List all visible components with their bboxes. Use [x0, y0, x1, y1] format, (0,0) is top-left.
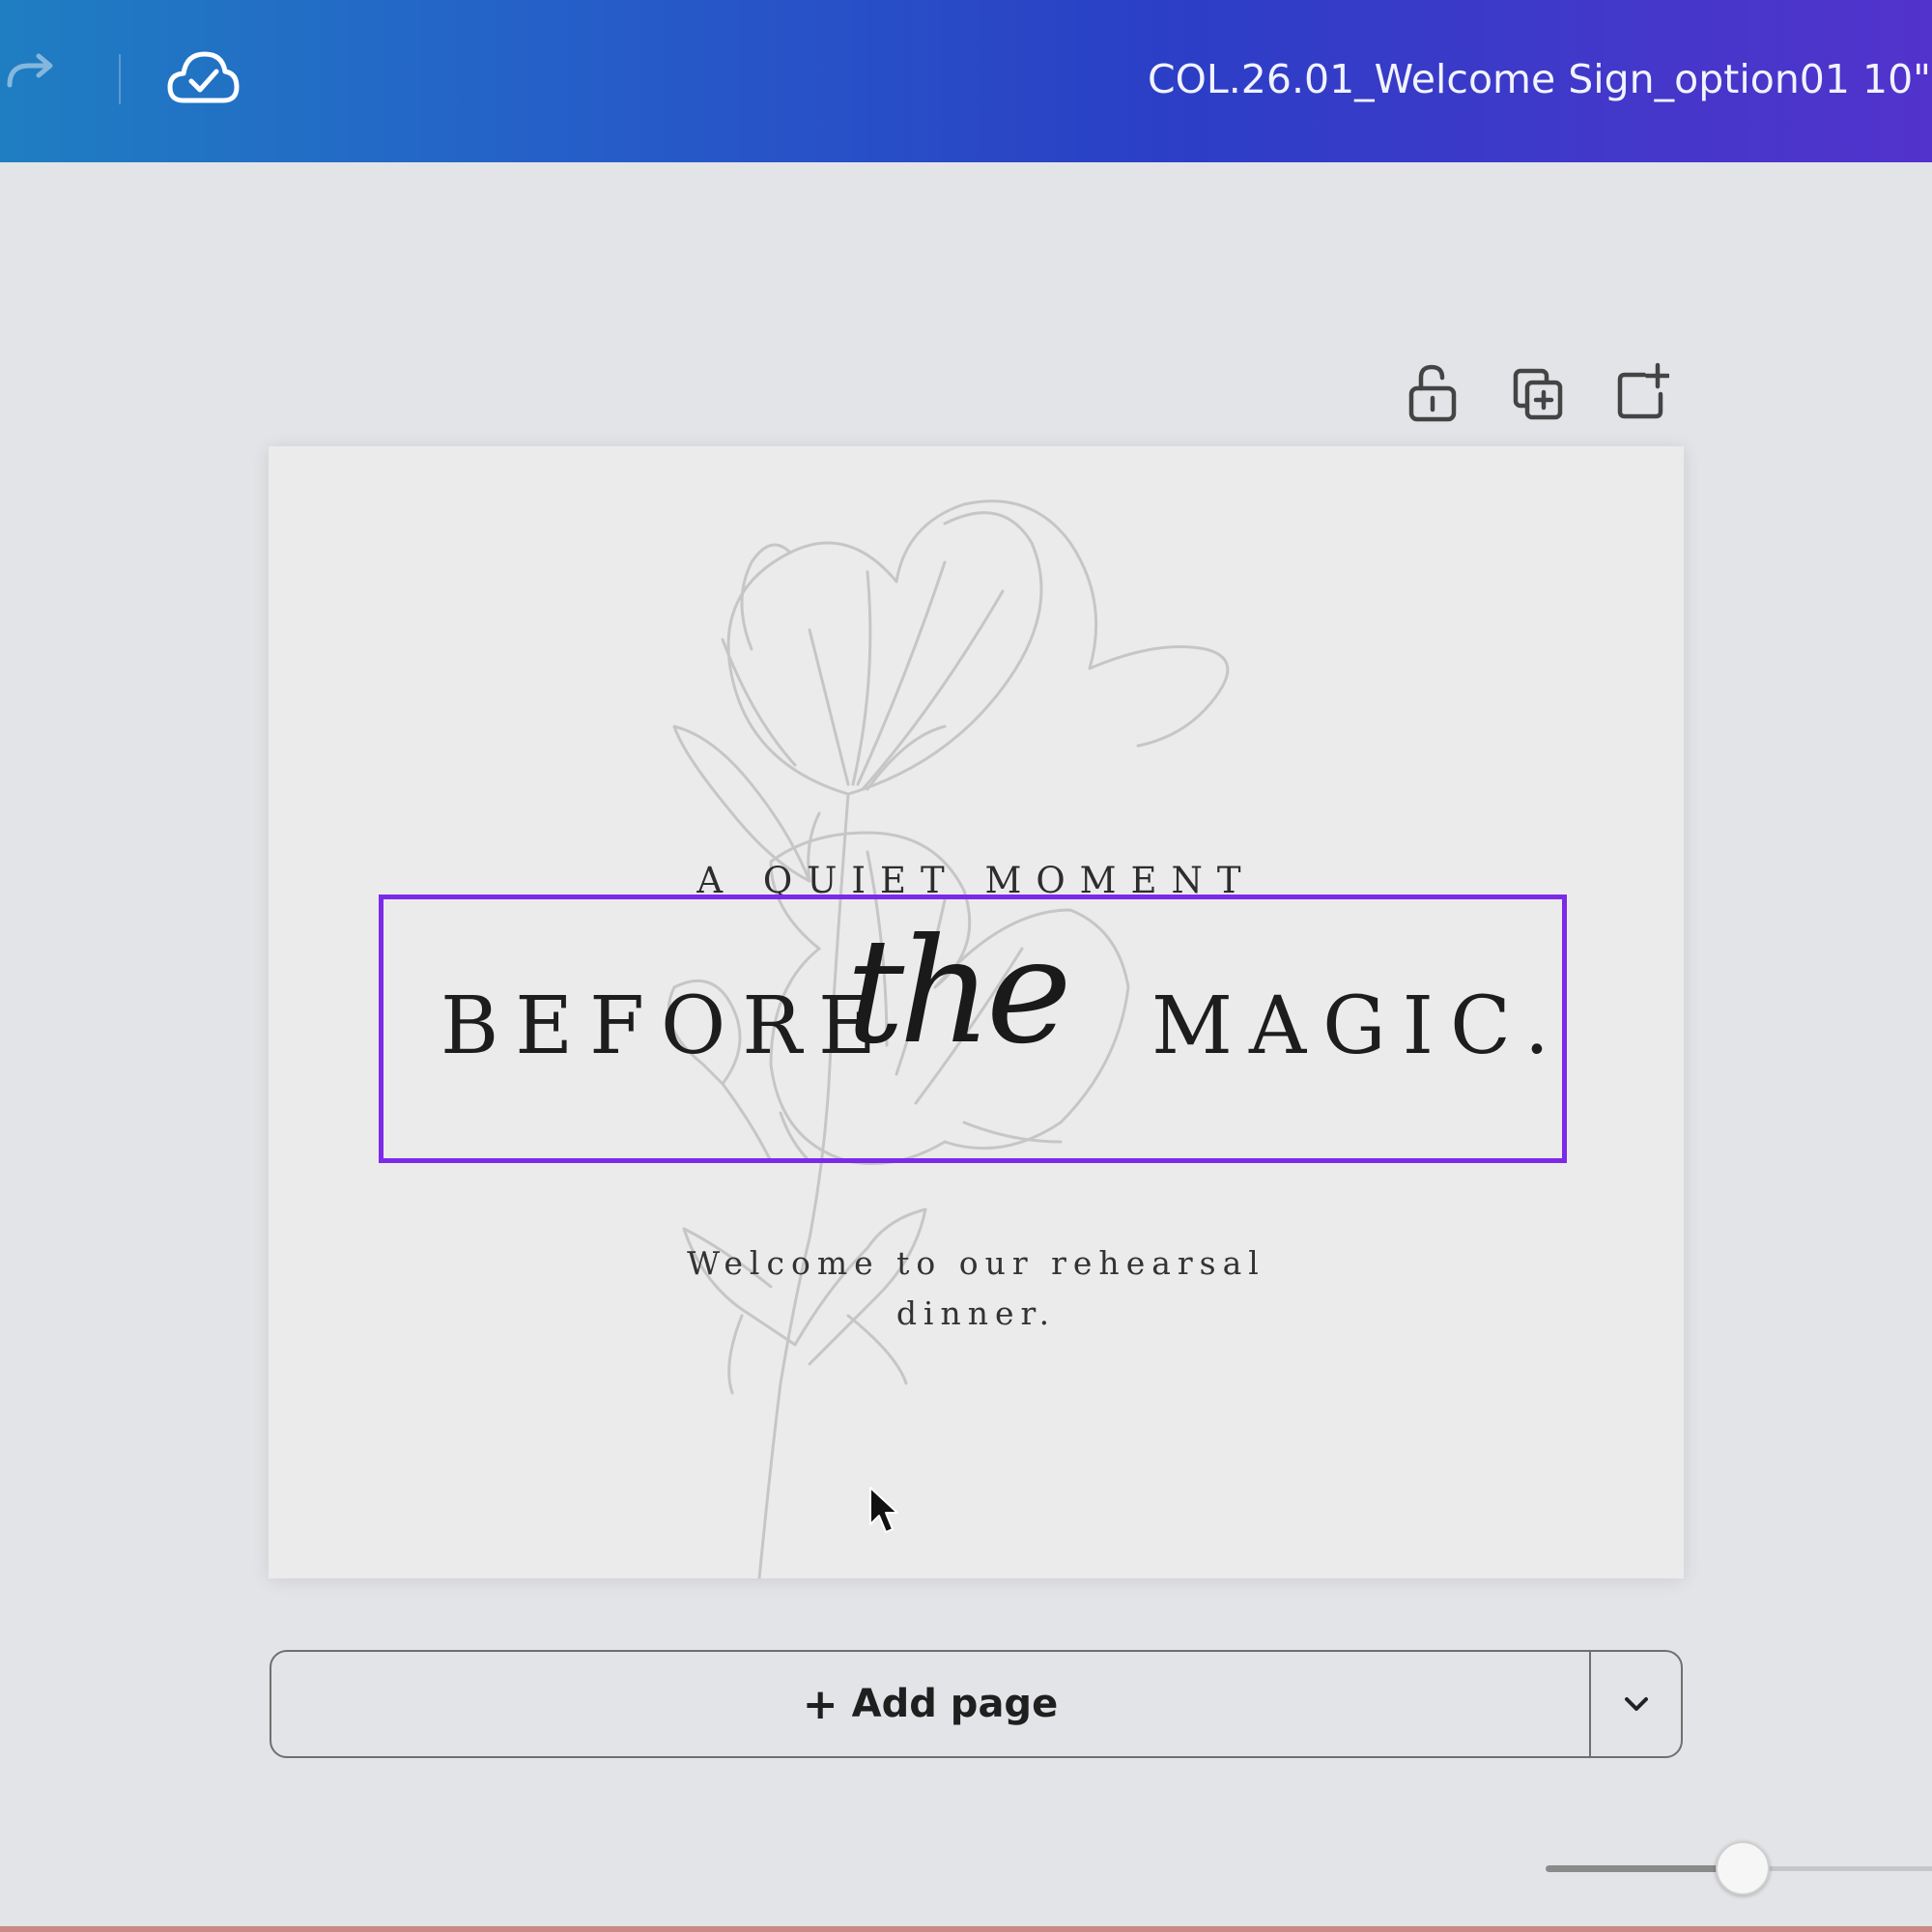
add-page-label: Add page [851, 1682, 1059, 1726]
headline-script[interactable]: the [846, 920, 1072, 1065]
redo-icon[interactable] [4, 52, 60, 100]
mouse-pointer-icon [869, 1487, 898, 1533]
add-page-icon[interactable] [1615, 361, 1669, 425]
cloud-saved-icon[interactable] [166, 48, 240, 108]
bottom-border [0, 1926, 1932, 1932]
zoom-slider-track[interactable] [1743, 1866, 1932, 1871]
welcome-text[interactable]: Welcome to our rehearsal dinner. [269, 1238, 1684, 1339]
add-page-button[interactable]: + Add page [271, 1652, 1589, 1756]
headline-magic[interactable]: MAGIC. [1151, 987, 1566, 1066]
duplicate-page-icon[interactable] [1512, 361, 1566, 425]
plus-icon: + [802, 1679, 838, 1729]
design-page[interactable]: A QUIET MOMENT BEFORE the MAGIC. Welcome… [269, 446, 1684, 1578]
toolbar-divider [119, 54, 121, 104]
welcome-line-1: Welcome to our rehearsal [687, 1244, 1265, 1282]
welcome-line-2: dinner. [895, 1294, 1057, 1332]
top-toolbar: COL.26.01_Welcome Sign_option01 10"x [0, 0, 1932, 162]
unlock-icon[interactable] [1406, 361, 1460, 425]
document-title[interactable]: COL.26.01_Welcome Sign_option01 10"x [1148, 56, 1932, 102]
chevron-down-icon [1624, 1697, 1648, 1711]
zoom-slider-thumb[interactable] [1716, 1841, 1770, 1895]
zoom-slider-track-filled[interactable] [1546, 1865, 1743, 1872]
add-page-control: + Add page [270, 1650, 1683, 1758]
headline-before[interactable]: BEFORE [440, 987, 893, 1066]
add-page-dropdown[interactable] [1591, 1652, 1681, 1756]
